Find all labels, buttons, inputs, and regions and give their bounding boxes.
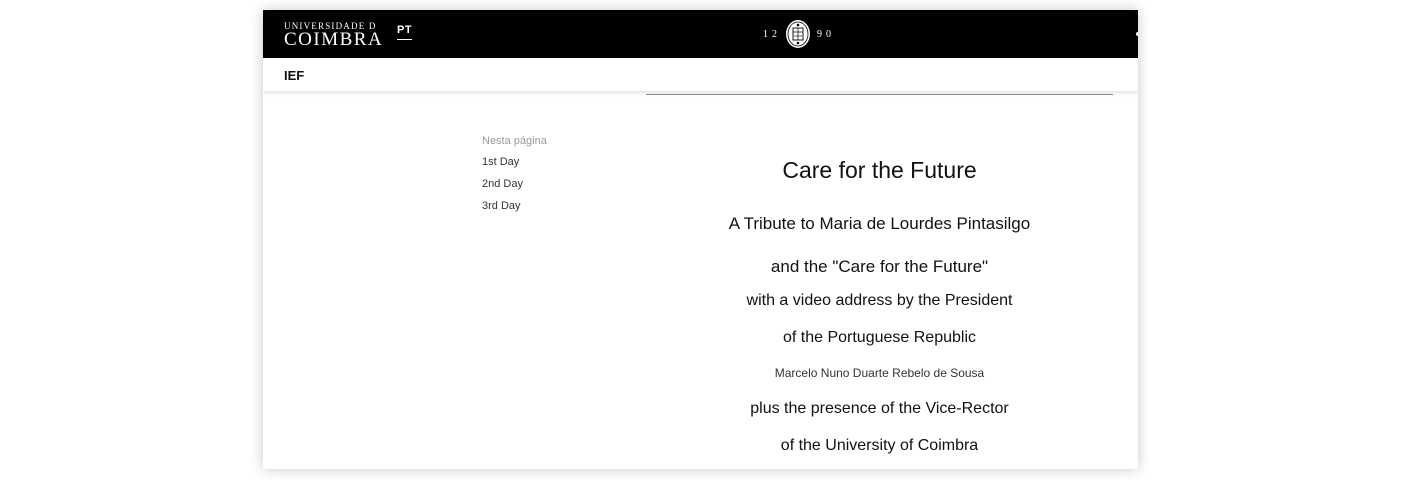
page-container: UNIVERSIDADE D COIMBRA PT 12 90 IEF Nest… <box>263 10 1138 469</box>
body-line-3: with a video address by the President <box>746 292 1013 309</box>
toc-item-2nd-day[interactable]: 2nd Day <box>482 177 547 191</box>
toc-item-1st-day[interactable]: 1st Day <box>482 155 547 169</box>
subtitle-line-2: and the "Care for the Future" <box>770 257 989 276</box>
university-logo[interactable]: UNIVERSIDADE D COIMBRA <box>284 21 383 49</box>
logo-line-2: COIMBRA <box>284 29 384 50</box>
content-divider <box>646 94 1113 95</box>
toc-item-3rd-day[interactable]: 3rd Day <box>482 199 547 213</box>
university-seal-icon <box>786 20 810 48</box>
subtitle-line-1: A Tribute to Maria de Lourdes Pintasilgo <box>728 214 1031 233</box>
president-name: Marcelo Nuno Duarte Rebelo de Sousa <box>774 366 985 380</box>
section-bar <box>263 58 1138 91</box>
year-left: 12 <box>763 28 781 40</box>
toc-title: Nesta página <box>482 135 547 147</box>
language-switch[interactable]: PT <box>397 25 413 40</box>
body-line-6: plus the presence of the Vice-Rector <box>750 400 1009 417</box>
section-title[interactable]: IEF <box>284 68 304 83</box>
seal-group: 12 90 <box>763 19 835 49</box>
body-line-7: of the University of Coimbra <box>780 437 979 454</box>
page-heading: Care for the Future <box>782 157 977 183</box>
page-toc: Nesta página 1st Day 2nd Day 3rd Day <box>482 134 547 221</box>
body-line-4: of the Portuguese Republic <box>782 329 976 346</box>
topbar-edge-icon <box>1136 32 1138 36</box>
year-right: 90 <box>817 28 835 40</box>
top-navigation-bar: UNIVERSIDADE D COIMBRA PT 12 90 <box>263 10 1138 58</box>
